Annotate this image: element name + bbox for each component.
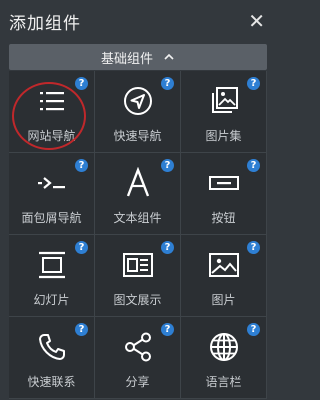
help-icon[interactable]: ? [75,159,88,172]
tile-quick-navigation[interactable]: ? 快速导航 [95,71,181,153]
dialog-titlebar: 添加组件 ✕ [0,0,275,42]
help-icon[interactable]: ? [75,241,88,254]
dialog-title: 添加组件 [9,13,81,34]
tile-image-gallery[interactable]: ? 图片集 [181,71,267,153]
help-icon[interactable]: ? [161,241,174,254]
section-label: 基础组件 [100,51,153,67]
tile-label: 图文展示 [113,293,162,307]
tile-label: 快速导航 [113,129,162,143]
image-icon [208,253,239,277]
tile-label: 语言栏 [205,375,242,389]
tile-label: 分享 [125,375,150,389]
chevron-up-icon [164,53,174,60]
help-icon[interactable]: ? [161,159,174,172]
help-icon[interactable]: ? [247,241,260,254]
tile-text-component[interactable]: ? 文本组件 [95,153,181,235]
tile-label: 按钮 [211,211,236,225]
component-grid: ? 网站导航 ? 快速导航 ? 图片集 ? 面包屑导航 ? 文本组件 ? 按钮 … [9,71,267,399]
help-icon[interactable]: ? [75,323,88,336]
help-icon[interactable]: ? [161,323,174,336]
tile-site-navigation[interactable]: ? 网站导航 [9,71,95,153]
tile-label: 面包屑导航 [21,211,82,225]
add-component-dialog: 添加组件 ✕ 基础组件 ? 网站导航 ? 快速导航 ? 图片集 ? 面包屑导航 … [0,0,275,400]
navigation-arrow-icon [123,87,152,115]
tile-label: 图片 [211,293,236,307]
phone-icon [38,334,65,360]
share-icon [124,332,151,362]
tile-image-text[interactable]: ? 图文展示 [95,235,181,317]
tile-label: 幻灯片 [33,293,70,307]
help-icon[interactable]: ? [247,323,260,336]
tile-label: 网站导航 [27,129,76,143]
text-icon [126,167,149,197]
tile-image[interactable]: ? 图片 [181,235,267,317]
tile-slideshow[interactable]: ? 幻灯片 [9,235,95,317]
tile-breadcrumb[interactable]: ? 面包屑导航 [9,153,95,235]
section-header-basic-components[interactable]: 基础组件 [9,44,267,70]
breadcrumb-icon [37,177,65,189]
list-icon [39,92,64,111]
image-gallery-icon [211,87,238,113]
image-text-icon [122,253,153,277]
help-icon[interactable]: ? [75,77,88,90]
tile-share[interactable]: ? 分享 [95,317,181,399]
tile-button[interactable]: ? 按钮 [181,153,267,235]
help-icon[interactable]: ? [247,77,260,90]
tile-label: 文本组件 [113,211,162,225]
tile-label: 快速联系 [27,375,76,389]
help-icon[interactable]: ? [161,77,174,90]
close-icon[interactable]: ✕ [248,11,265,31]
slideshow-icon [38,251,65,279]
tile-label: 图片集 [205,129,242,143]
help-icon[interactable]: ? [247,159,260,172]
tile-language-bar[interactable]: ? 语言栏 [181,317,267,399]
tile-quick-contact[interactable]: ? 快速联系 [9,317,95,399]
button-icon [208,176,239,190]
globe-icon [209,333,238,361]
